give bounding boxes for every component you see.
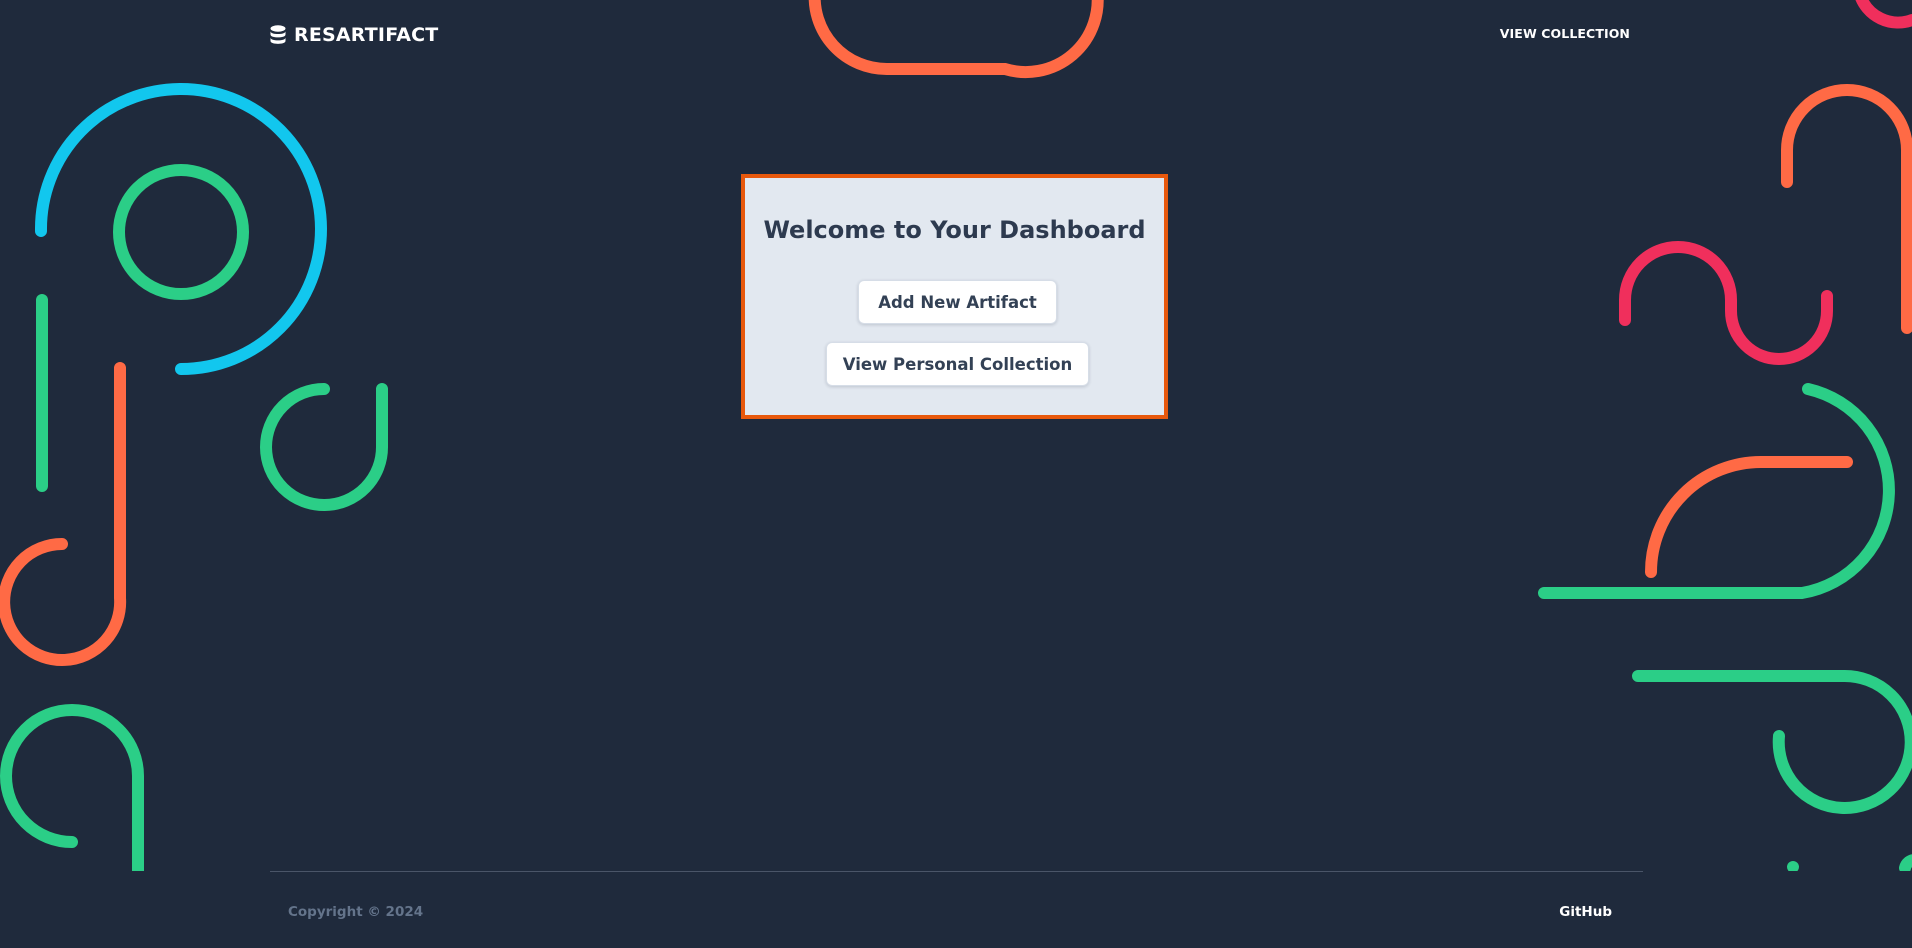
brand-name: RESARTIFACT	[294, 24, 439, 46]
database-icon	[270, 25, 286, 44]
decorative-background-lines	[0, 0, 1912, 871]
deco-green-arc-edge	[1899, 854, 1912, 871]
deco-green-hook-bottom	[0, 704, 144, 871]
github-link[interactable]: GitHub	[1559, 904, 1612, 920]
deco-orange-hook	[0, 362, 127, 666]
deco-cyan-arc	[34, 83, 327, 375]
deco-green-big-d	[1538, 383, 1895, 599]
add-new-artifact-button[interactable]: Add New Artifact	[858, 280, 1057, 324]
welcome-card: Welcome to Your Dashboard Add New Artifa…	[741, 174, 1168, 419]
deco-green-hook-small	[260, 383, 389, 511]
deco-pink-wave	[1619, 241, 1833, 365]
deco-orange-arch-right	[1781, 84, 1912, 334]
deco-green-ring	[113, 164, 249, 300]
page-title: Welcome to Your Dashboard	[763, 216, 1146, 244]
footer-divider	[270, 871, 1643, 872]
top-navbar: RESARTIFACT VIEW COLLECTION	[0, 0, 1912, 70]
deco-green-dot	[1787, 861, 1799, 871]
deco-green-hook-right	[1632, 669, 1912, 814]
nav-view-collection-link[interactable]: VIEW COLLECTION	[1500, 26, 1630, 41]
view-personal-collection-button[interactable]: View Personal Collection	[826, 342, 1089, 386]
page: RESARTIFACT VIEW COLLECTION Welcome to Y…	[0, 0, 1912, 948]
copyright-text: Copyright © 2024	[288, 904, 424, 920]
deco-orange-arc-right	[1645, 456, 1853, 578]
brand-logo[interactable]: RESARTIFACT	[270, 22, 438, 48]
